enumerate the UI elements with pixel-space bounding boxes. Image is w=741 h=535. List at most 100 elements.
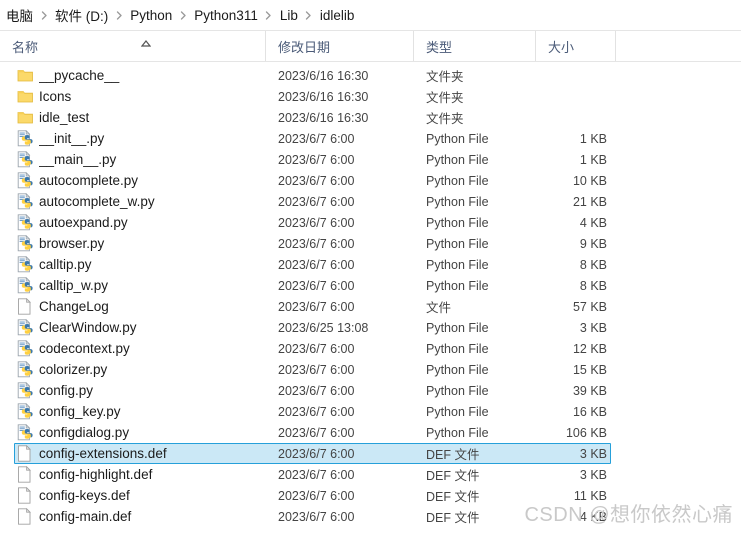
file-type: Python File — [426, 257, 489, 272]
python-file-icon — [15, 172, 39, 189]
file-size: 16 KB — [572, 404, 607, 419]
file-size: 9 KB — [579, 236, 607, 251]
file-size: 11 KB — [573, 488, 607, 503]
file-size: 10 KB — [572, 173, 607, 188]
file-size: 4 KB — [579, 509, 607, 524]
file-modified-date: 2023/6/7 6:00 — [278, 425, 355, 440]
chevron-right-icon — [262, 10, 276, 20]
file-row[interactable]: autocomplete.py 2023/6/7 6:00 Python File 1… — [14, 170, 611, 191]
file-name: colorizer.py — [39, 362, 108, 377]
file-row[interactable]: codecontext.py 2023/6/7 6:00 Python File 12… — [14, 338, 611, 359]
file-row[interactable]: configdialog.py 2023/6/7 6:00 Python File 1… — [14, 422, 611, 443]
file-type: Python File — [426, 236, 489, 251]
file-modified-date: 2023/6/7 6:00 — [278, 488, 355, 503]
file-row[interactable]: ClearWindow.py 2023/6/25 13:08 Python File… — [14, 317, 611, 338]
file-name: browser.py — [39, 236, 105, 251]
file-row[interactable]: __pycache__ 2023/6/16 16:30 文件夹 — [14, 65, 611, 86]
file-row[interactable]: autoexpand.py 2023/6/7 6:00 Python File 4 K… — [14, 212, 611, 233]
breadcrumb-item-4[interactable]: Python311 — [190, 7, 262, 24]
file-row[interactable]: calltip_w.py 2023/6/7 6:00 Python File 8 KB — [14, 275, 611, 296]
file-modified-date: 2023/6/16 16:30 — [278, 68, 369, 83]
column-header-end-divider — [615, 31, 617, 61]
file-type: 文件夹 — [426, 112, 464, 126]
file-type: 文件 — [426, 301, 452, 315]
file-name: ChangeLog — [39, 299, 109, 314]
file-size: 106 KB — [565, 425, 607, 440]
file-modified-date: 2023/6/7 6:00 — [278, 299, 355, 314]
chevron-right-icon — [302, 10, 316, 20]
file-type: Python File — [426, 173, 489, 188]
file-modified-date: 2023/6/16 16:30 — [278, 89, 369, 104]
file-name: config-highlight.def — [39, 467, 153, 482]
file-size: 21 KB — [572, 194, 607, 209]
file-row[interactable]: colorizer.py 2023/6/7 6:00 Python File 15 K… — [14, 359, 611, 380]
file-name: calltip.py — [39, 257, 92, 272]
python-file-icon — [15, 382, 39, 399]
file-name: codecontext.py — [39, 341, 130, 356]
file-name: Icons — [39, 89, 72, 104]
file-size: 4 KB — [579, 215, 607, 230]
file-name: config.py — [39, 383, 94, 398]
file-type: Python File — [426, 362, 489, 377]
file-type: Python File — [426, 341, 489, 356]
file-type: DEF 文件 — [426, 511, 480, 525]
file-size: 3 KB — [579, 467, 607, 482]
column-header-row: 名称 修改日期 类型 大小 — [0, 31, 741, 62]
file-modified-date: 2023/6/7 6:00 — [278, 278, 355, 293]
chevron-right-icon — [37, 10, 51, 20]
column-header-size-label: 大小 — [548, 39, 575, 55]
file-row[interactable]: config-main.def 2023/6/7 6:00 DEF 文件 4 KB — [14, 506, 611, 527]
column-header-type[interactable]: 类型 — [413, 31, 535, 61]
column-header-name[interactable]: 名称 — [0, 31, 265, 61]
folder-icon — [15, 68, 39, 83]
file-type: Python File — [426, 278, 489, 293]
file-row[interactable]: config-keys.def 2023/6/7 6:00 DEF 文件 11 KB — [14, 485, 611, 506]
plain-file-icon — [15, 298, 39, 315]
file-row[interactable]: config-highlight.def 2023/6/7 6:00 DEF 文件 3… — [14, 464, 611, 485]
breadcrumb-item-2[interactable]: 软件 (D:) — [51, 4, 112, 26]
breadcrumb-item-1[interactable]: 电脑 — [2, 4, 37, 26]
sort-ascending-caret-icon — [140, 34, 152, 47]
file-row[interactable]: Icons 2023/6/16 16:30 文件夹 — [14, 86, 611, 107]
column-header-name-label: 名称 — [12, 39, 39, 55]
file-row[interactable]: calltip.py 2023/6/7 6:00 Python File 8 KB — [14, 254, 611, 275]
column-header-date[interactable]: 修改日期 — [265, 31, 413, 61]
file-size: 12 KB — [572, 341, 607, 356]
file-row[interactable]: autocomplete_w.py 2023/6/7 6:00 Python Fil… — [14, 191, 611, 212]
file-modified-date: 2023/6/7 6:00 — [278, 446, 355, 461]
file-type: Python File — [426, 152, 489, 167]
file-row[interactable]: config.py 2023/6/7 6:00 Python File 39 KB — [14, 380, 611, 401]
python-file-icon — [15, 340, 39, 357]
file-type: Python File — [426, 383, 489, 398]
file-modified-date: 2023/6/16 16:30 — [278, 110, 369, 125]
file-modified-date: 2023/6/7 6:00 — [278, 131, 355, 146]
file-row[interactable]: config_key.py 2023/6/7 6:00 Python File 16 … — [14, 401, 611, 422]
breadcrumb-item-6[interactable]: idlelib — [316, 7, 359, 24]
file-name: autoexpand.py — [39, 215, 128, 230]
file-name: config-extensions.def — [39, 446, 167, 461]
file-name: __init__.py — [39, 131, 105, 146]
file-size: 8 KB — [579, 278, 607, 293]
file-type: DEF 文件 — [426, 448, 480, 462]
file-row[interactable]: __main__.py 2023/6/7 6:00 Python File 1 KB — [14, 149, 611, 170]
python-file-icon — [15, 403, 39, 420]
file-modified-date: 2023/6/7 6:00 — [278, 467, 355, 482]
chevron-right-icon — [112, 10, 126, 20]
file-row[interactable]: __init__.py 2023/6/7 6:00 Python File 1 KB — [14, 128, 611, 149]
file-row[interactable]: browser.py 2023/6/7 6:00 Python File 9 KB — [14, 233, 611, 254]
file-row[interactable]: idle_test 2023/6/16 16:30 文件夹 — [14, 107, 611, 128]
breadcrumb-item-3[interactable]: Python — [126, 7, 176, 24]
file-size: 3 KB — [579, 446, 607, 461]
breadcrumb-item-5[interactable]: Lib — [276, 7, 302, 24]
file-row[interactable]: ChangeLog 2023/6/7 6:00 文件 57 KB — [14, 296, 611, 317]
python-file-icon — [15, 214, 39, 231]
file-modified-date: 2023/6/7 6:00 — [278, 236, 355, 251]
file-list[interactable]: __pycache__ 2023/6/16 16:30 文件夹 Icons 2023/6… — [0, 62, 741, 527]
file-name: config-main.def — [39, 509, 132, 524]
file-modified-date: 2023/6/7 6:00 — [278, 215, 355, 230]
file-type: Python File — [426, 425, 489, 440]
file-size: 8 KB — [579, 257, 607, 272]
file-row[interactable]: config-extensions.def 2023/6/7 6:00 DEF 文件… — [14, 443, 611, 464]
column-header-size[interactable]: 大小 — [535, 31, 615, 61]
file-modified-date: 2023/6/7 6:00 — [278, 173, 355, 188]
